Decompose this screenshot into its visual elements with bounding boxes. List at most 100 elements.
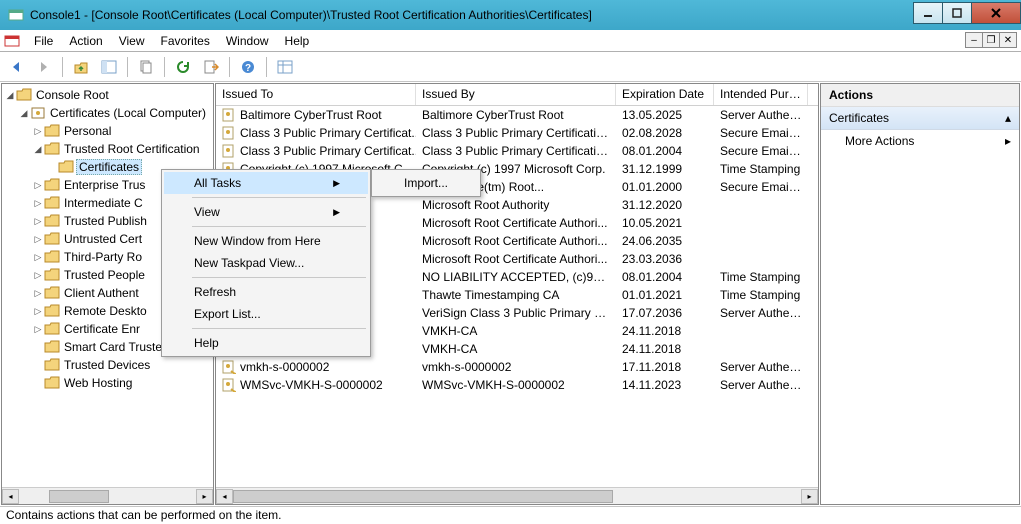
cell-expiration: 24.06.2035 bbox=[616, 234, 714, 248]
cell-issued-by: vmkh-s-0000002 bbox=[416, 360, 616, 374]
cell-issued-to: Class 3 Public Primary Certificat... bbox=[216, 144, 416, 158]
tree-item-client-auth[interactable]: Client Authent bbox=[62, 286, 141, 300]
tree-item-remote-desktop[interactable]: Remote Deskto bbox=[62, 304, 149, 318]
ctx-import[interactable]: Import... bbox=[374, 172, 478, 194]
tree-item-enterprise[interactable]: Enterprise Trus bbox=[62, 178, 147, 192]
col-issued-to[interactable]: Issued To bbox=[216, 84, 416, 105]
menu-view[interactable]: View bbox=[111, 32, 153, 50]
folder-icon bbox=[44, 213, 60, 229]
actions-pane: Actions Certificates ▴ More Actions ▸ bbox=[820, 83, 1020, 505]
tree-twister-icon[interactable]: ▷ bbox=[32, 270, 44, 281]
col-purpose[interactable]: Intended Purpo bbox=[714, 84, 808, 105]
tree-item-untrusted[interactable]: Untrusted Cert bbox=[62, 232, 144, 246]
table-row[interactable]: Class 3 Public Primary Certificat...Clas… bbox=[216, 142, 818, 160]
cell-purpose: Server Authenti bbox=[714, 108, 808, 122]
scroll-right-icon[interactable]: ▸ bbox=[801, 489, 818, 504]
tree-twister-icon[interactable]: ▷ bbox=[32, 234, 44, 245]
table-row[interactable]: Baltimore CyberTrust RootBaltimore Cyber… bbox=[216, 106, 818, 124]
menu-help[interactable]: Help bbox=[277, 32, 318, 50]
tree-root[interactable]: Console Root bbox=[34, 88, 111, 102]
submenu-arrow-icon: ▶ bbox=[333, 178, 340, 189]
menu-action[interactable]: Action bbox=[61, 32, 110, 50]
tree-item-third-party[interactable]: Third-Party Ro bbox=[62, 250, 144, 264]
list-header: Issued To Issued By Expiration Date Inte… bbox=[216, 84, 818, 106]
tree-twister-icon[interactable]: ▷ bbox=[32, 252, 44, 263]
up-one-level-button[interactable] bbox=[69, 55, 93, 79]
table-row[interactable]: WMSvc-VMKH-S-0000002WMSvc-VMKH-S-0000002… bbox=[216, 376, 818, 394]
tree-twister-icon[interactable]: ◢ bbox=[18, 108, 30, 119]
ctx-export-list[interactable]: Export List... bbox=[164, 303, 368, 325]
cell-issued-by: Thawte Timestamping CA bbox=[416, 288, 616, 302]
help-button[interactable]: ? bbox=[236, 55, 260, 79]
mdi-close-button[interactable]: ✕ bbox=[999, 32, 1017, 48]
cell-issued-by: Baltimore CyberTrust Root bbox=[416, 108, 616, 122]
tree-item-personal[interactable]: Personal bbox=[62, 124, 113, 138]
context-submenu: Import... bbox=[371, 169, 481, 197]
tree-item-trusted-publish[interactable]: Trusted Publish bbox=[62, 214, 149, 228]
export-list-button[interactable] bbox=[199, 55, 223, 79]
tree-item-trusted-devices[interactable]: Trusted Devices bbox=[62, 358, 152, 372]
tree-twister-icon[interactable]: ▷ bbox=[32, 180, 44, 191]
mdi-minimize-button[interactable]: – bbox=[965, 32, 983, 48]
tree-twister-icon[interactable]: ▷ bbox=[32, 306, 44, 317]
tree-item-certificates[interactable]: Certificates bbox=[76, 159, 142, 175]
menu-window[interactable]: Window bbox=[218, 32, 277, 50]
col-issued-by[interactable]: Issued By bbox=[416, 84, 616, 105]
cell-purpose: Secure Email, C bbox=[714, 180, 808, 194]
submenu-arrow-icon: ▶ bbox=[333, 207, 340, 218]
tree-twister-icon[interactable]: ▷ bbox=[32, 126, 44, 137]
tree-twister-icon[interactable]: ▷ bbox=[32, 216, 44, 227]
actions-more[interactable]: More Actions ▸ bbox=[821, 130, 1019, 152]
folder-icon bbox=[44, 285, 60, 301]
cell-issued-by: NO LIABILITY ACCEPTED, (c)97 V... bbox=[416, 270, 616, 284]
refresh-button[interactable] bbox=[171, 55, 195, 79]
maximize-button[interactable] bbox=[942, 2, 972, 24]
scroll-left-icon[interactable]: ◂ bbox=[2, 489, 19, 504]
scroll-right-icon[interactable]: ▸ bbox=[196, 489, 213, 504]
folder-icon bbox=[44, 321, 60, 337]
nav-forward-button[interactable] bbox=[32, 55, 56, 79]
tree-item-trusted-root[interactable]: Trusted Root Certification bbox=[62, 142, 202, 156]
view-options-button[interactable] bbox=[273, 55, 297, 79]
cell-issued-by: Class 3 Public Primary Certificatio... bbox=[416, 144, 616, 158]
tree-hscrollbar[interactable]: ◂ ▸ bbox=[2, 487, 213, 504]
tree-item-trusted-people[interactable]: Trusted People bbox=[62, 268, 147, 282]
list-hscrollbar[interactable]: ◂ ▸ bbox=[216, 487, 818, 504]
menu-file[interactable]: File bbox=[26, 32, 61, 50]
menu-favorites[interactable]: Favorites bbox=[153, 32, 218, 50]
actions-subheader[interactable]: Certificates ▴ bbox=[821, 107, 1019, 130]
cell-purpose: Server Authenti bbox=[714, 378, 808, 392]
ctx-new-window[interactable]: New Window from Here bbox=[164, 230, 368, 252]
certificate-icon bbox=[222, 360, 236, 374]
folder-icon bbox=[44, 267, 60, 283]
copy-button[interactable] bbox=[134, 55, 158, 79]
close-button[interactable] bbox=[971, 2, 1021, 24]
ctx-view[interactable]: View▶ bbox=[164, 201, 368, 223]
tree-item-intermediate[interactable]: Intermediate C bbox=[62, 196, 145, 210]
tree-twister-icon[interactable]: ◢ bbox=[4, 90, 16, 101]
ctx-refresh[interactable]: Refresh bbox=[164, 281, 368, 303]
tree-item-web-hosting[interactable]: Web Hosting bbox=[62, 376, 134, 390]
tree-twister-icon[interactable]: ▷ bbox=[32, 288, 44, 299]
table-row[interactable]: vmkh-s-0000002vmkh-s-000000217.11.2018Se… bbox=[216, 358, 818, 376]
tree-twister-icon[interactable]: ◢ bbox=[32, 144, 44, 155]
folder-icon bbox=[44, 195, 60, 211]
window-titlebar: Console1 - [Console Root\Certificates (L… bbox=[0, 0, 1021, 30]
ctx-new-taskpad[interactable]: New Taskpad View... bbox=[164, 252, 368, 274]
mdi-restore-button[interactable]: ❐ bbox=[982, 32, 1000, 48]
actions-sub-label: Certificates bbox=[829, 111, 889, 125]
ctx-all-tasks[interactable]: All Tasks▶ bbox=[164, 172, 368, 194]
tree-twister-icon[interactable]: ▷ bbox=[32, 198, 44, 209]
tree-item-cert-enroll[interactable]: Certificate Enr bbox=[62, 322, 142, 336]
context-menu: All Tasks▶ View▶ New Window from Here Ne… bbox=[161, 169, 371, 357]
col-expiration[interactable]: Expiration Date bbox=[616, 84, 714, 105]
tree-certs-root[interactable]: Certificates (Local Computer) bbox=[48, 106, 208, 120]
table-row[interactable]: Class 3 Public Primary Certificat...Clas… bbox=[216, 124, 818, 142]
scroll-left-icon[interactable]: ◂ bbox=[216, 489, 233, 504]
folder-icon bbox=[44, 177, 60, 193]
tree-twister-icon[interactable]: ▷ bbox=[32, 324, 44, 335]
ctx-help[interactable]: Help bbox=[164, 332, 368, 354]
minimize-button[interactable] bbox=[913, 2, 943, 24]
nav-back-button[interactable] bbox=[4, 55, 28, 79]
show-hide-tree-button[interactable] bbox=[97, 55, 121, 79]
